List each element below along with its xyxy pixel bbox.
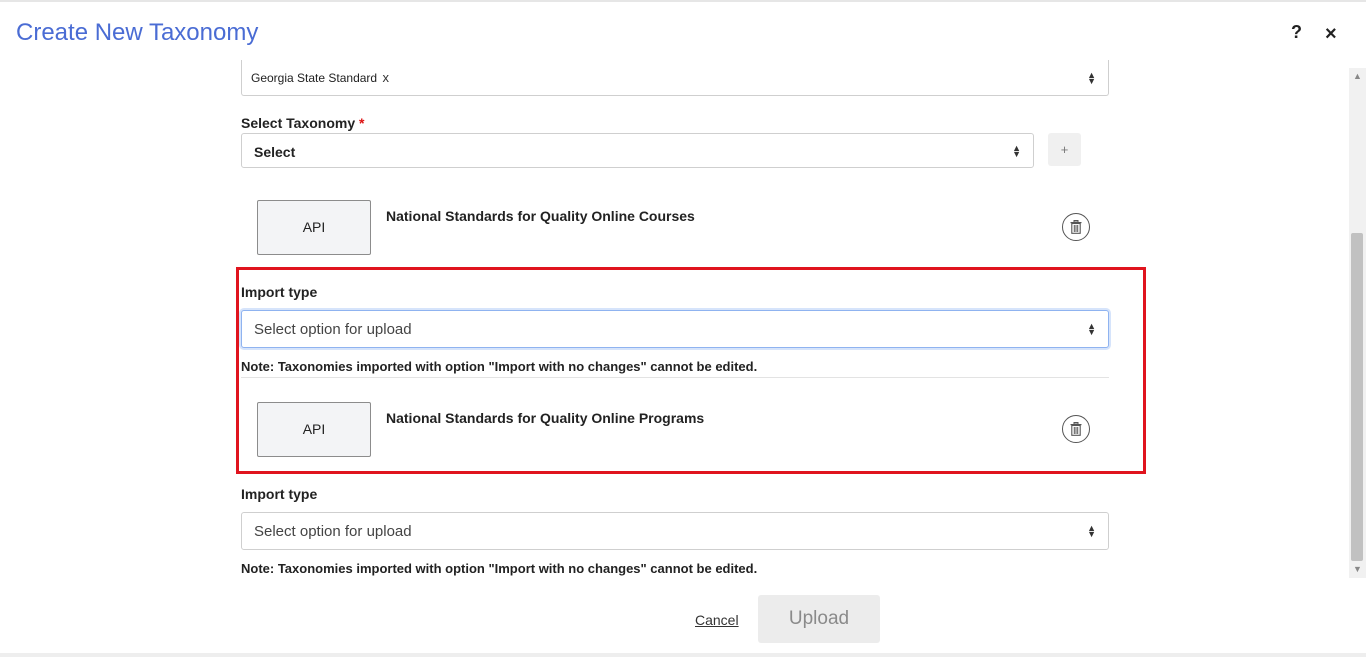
api-badge: API (257, 402, 371, 457)
standard-select[interactable]: Georgia State Standard x ▲ ▼ (241, 60, 1109, 96)
select-taxonomy-value: Select (254, 144, 296, 160)
import-note: Note: Taxonomies imported with option "I… (241, 359, 758, 374)
standard-tag: Georgia State Standard x (251, 70, 389, 85)
sort-caret-icon: ▲ ▼ (1087, 321, 1096, 337)
delete-item-button[interactable] (1062, 213, 1090, 241)
import-type-select[interactable]: Select option for upload ▲ ▼ (241, 310, 1109, 348)
import-type-placeholder: Select option for upload (254, 321, 412, 338)
help-button[interactable]: ? (1291, 22, 1309, 46)
sort-caret-icon: ▲ ▼ (1087, 69, 1096, 86)
item-divider (241, 377, 1109, 378)
import-type-label: Import type (241, 284, 318, 300)
import-note: Note: Taxonomies imported with option "I… (241, 561, 758, 576)
sort-caret-icon: ▲ ▼ (1012, 142, 1021, 159)
delete-item-button[interactable] (1062, 415, 1090, 443)
sort-caret-icon: ▲ ▼ (1087, 523, 1096, 539)
scroll-down-arrow-icon[interactable]: ▼ (1349, 561, 1366, 578)
taxonomy-item-title: National Standards for Quality Online Co… (386, 208, 695, 224)
taxonomy-item-title: National Standards for Quality Online Pr… (386, 410, 705, 426)
select-taxonomy-label-text: Select Taxonomy (241, 115, 356, 131)
dialog-title: Create New Taxonomy (16, 19, 259, 46)
close-button[interactable]: × (1325, 22, 1343, 46)
cancel-link[interactable]: Cancel (695, 612, 739, 628)
required-marker: * (359, 115, 365, 131)
select-taxonomy-dropdown[interactable]: Select ▲ ▼ (241, 133, 1034, 168)
remove-tag-icon[interactable]: x (382, 70, 389, 85)
top-border (0, 0, 1366, 2)
bottom-border (0, 653, 1366, 657)
trash-icon (1070, 220, 1082, 234)
add-taxonomy-button[interactable]: + (1048, 133, 1081, 166)
trash-icon (1070, 422, 1082, 436)
scrollbar-thumb[interactable] (1351, 233, 1363, 561)
api-badge: API (257, 200, 371, 255)
import-type-label: Import type (241, 486, 318, 502)
import-type-placeholder: Select option for upload (254, 523, 412, 540)
scroll-up-arrow-icon[interactable]: ▲ (1349, 68, 1366, 85)
import-type-select[interactable]: Select option for upload ▲ ▼ (241, 512, 1109, 550)
standard-tag-label: Georgia State Standard (251, 71, 378, 85)
upload-button[interactable]: Upload (758, 595, 880, 643)
select-taxonomy-label: Select Taxonomy * (241, 115, 364, 131)
